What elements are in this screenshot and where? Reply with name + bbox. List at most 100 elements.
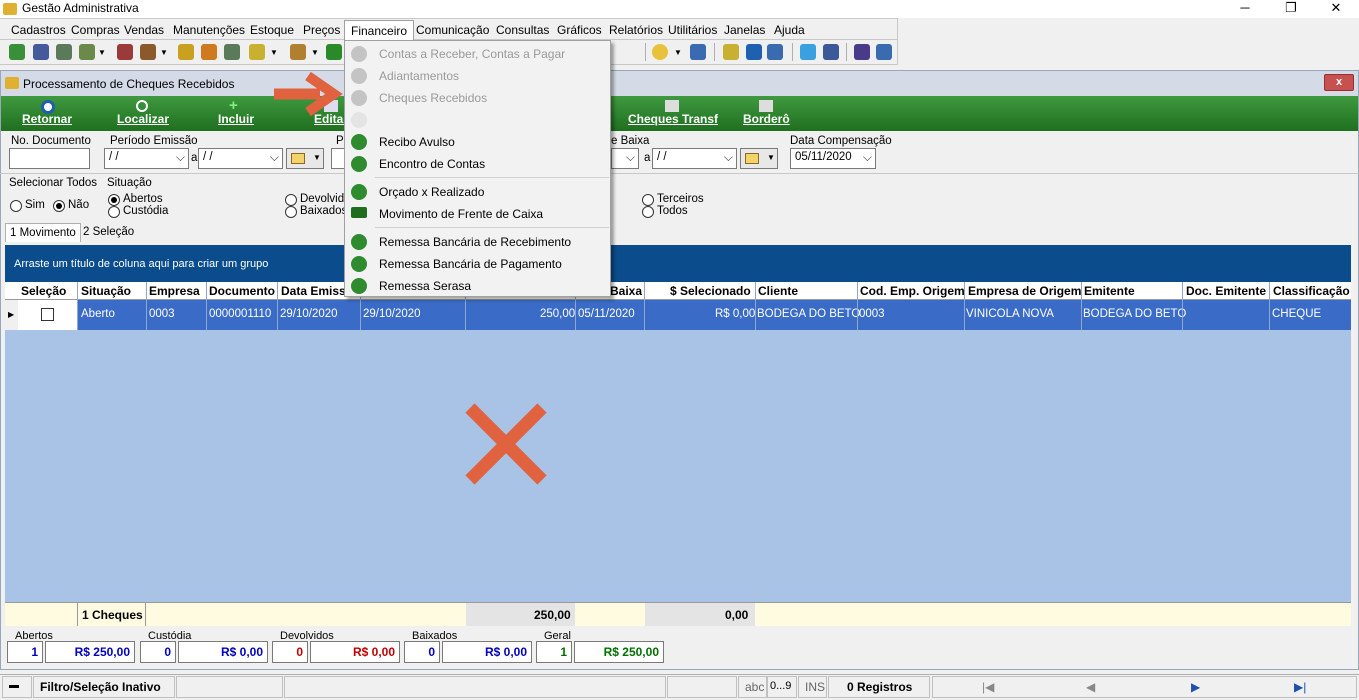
col-classificacao[interactable]: Classificação — [1273, 284, 1350, 298]
monitor-icon[interactable] — [854, 44, 870, 60]
last-record-icon[interactable]: ▶| — [1294, 680, 1306, 694]
money-icon[interactable] — [326, 44, 342, 60]
p-input[interactable] — [331, 148, 345, 169]
baixa-ate-input[interactable]: / / — [652, 148, 737, 169]
menu-vendas[interactable]: Vendas — [124, 23, 164, 37]
menu-cheques-recebidos[interactable]: Cheques Recebidos — [379, 91, 487, 105]
pencil-icon[interactable] — [249, 44, 265, 60]
col-cliente[interactable]: Cliente — [758, 284, 798, 298]
menu-financeiro[interactable]: Financeiro — [344, 20, 415, 42]
menu-orcado-realizado[interactable]: Orçado x Realizado — [379, 185, 484, 199]
chevron-down-icon[interactable]: ▼ — [98, 48, 106, 57]
checkbox-icon[interactable] — [41, 308, 54, 321]
col-empresa[interactable]: Empresa — [149, 284, 200, 298]
col-baixa[interactable]: Baixa — [610, 284, 642, 298]
nao-radio[interactable] — [53, 200, 65, 212]
menu-remessa-pagamento[interactable]: Remessa Bancária de Pagamento — [379, 257, 562, 271]
col-data-emissao[interactable]: Data Emiss — [281, 284, 346, 298]
baixa-de-input[interactable] — [611, 148, 639, 169]
menu-encontro-contas[interactable]: Encontro de Contas — [379, 157, 485, 171]
calculator-icon[interactable] — [117, 44, 133, 60]
first-record-icon[interactable]: |◀ — [982, 680, 994, 694]
col-doc-emitente[interactable]: Doc. Emitente — [1186, 284, 1266, 298]
custodia-radio[interactable] — [108, 206, 120, 218]
menu-ajuda[interactable]: Ajuda — [774, 23, 805, 37]
col-selecao[interactable]: Seleção — [21, 284, 66, 298]
baixados-radio[interactable] — [285, 206, 297, 218]
tab-movimento[interactable]: 1 Movimento — [5, 223, 81, 242]
col-situacao[interactable]: Situação — [81, 284, 131, 298]
col-emitente[interactable]: Emitente — [1084, 284, 1135, 298]
col-documento[interactable]: Documento — [209, 284, 275, 298]
users-icon[interactable] — [33, 44, 49, 60]
menu-cadastros[interactable]: Cadastros — [11, 23, 66, 37]
menu-janelas[interactable]: Janelas — [724, 23, 765, 37]
localizar-button[interactable]: Localizar — [116, 96, 172, 131]
exit-icon[interactable] — [876, 44, 892, 60]
menu-relatorios[interactable]: Relatórios — [609, 23, 663, 37]
facebook-icon[interactable] — [823, 44, 839, 60]
terceiros-radio[interactable] — [642, 194, 654, 206]
menu-consultas[interactable]: Consultas — [496, 23, 549, 37]
col-empresa-origem[interactable]: Empresa de Origem — [968, 284, 1081, 298]
close-app-button[interactable]: ✕ — [1313, 0, 1359, 18]
menu-remessa-recebimento[interactable]: Remessa Bancária de Recebimento — [379, 235, 571, 249]
calendar-button[interactable]: ▼ — [286, 148, 324, 169]
anchor-icon[interactable] — [690, 44, 706, 60]
minimize-button[interactable]: ─ — [1222, 0, 1268, 18]
previous-record-icon[interactable]: ◀ — [1086, 680, 1095, 694]
data-compensacao-input[interactable]: 05/11/2020 — [790, 148, 876, 169]
chevron-down-icon[interactable]: ▼ — [674, 48, 682, 57]
menu-precos[interactable]: Preços — [303, 23, 340, 37]
chevron-down-icon[interactable]: ▼ — [311, 48, 319, 57]
twitter-icon[interactable] — [800, 44, 816, 60]
target-icon[interactable] — [201, 44, 217, 60]
maximize-button[interactable]: ❐ — [1268, 0, 1314, 18]
bordero-button[interactable]: Borderô — [741, 96, 793, 131]
notebook-icon[interactable] — [178, 44, 194, 60]
menu-contas-receber-pagar[interactable]: Contas a Receber, Contas a Pagar — [379, 47, 565, 61]
sim-radio[interactable] — [10, 200, 22, 212]
close-window-button[interactable]: x — [1324, 74, 1354, 91]
arrow-icon[interactable] — [767, 44, 783, 60]
retornar-button[interactable]: Retornar — [21, 96, 77, 131]
money-stack-icon[interactable] — [723, 44, 739, 60]
people-icon[interactable] — [290, 44, 306, 60]
incluir-button[interactable]: + Incluir — [217, 96, 262, 131]
menu-adiantamentos[interactable]: Adiantamentos — [379, 69, 459, 83]
tab-selecao[interactable]: 2 Seleção — [79, 223, 138, 242]
star-icon[interactable] — [652, 44, 668, 60]
col-cod-emp-origem[interactable]: Cod. Emp. Origem — [860, 284, 965, 298]
todos-radio[interactable] — [642, 206, 654, 218]
menu-utilitarios[interactable]: Utilitários — [668, 23, 717, 37]
calendar-button[interactable]: ▼ — [740, 148, 778, 169]
no-documento-input[interactable] — [9, 148, 90, 169]
network-icon[interactable] — [56, 44, 72, 60]
periodo-de-input[interactable]: / / — [104, 148, 189, 169]
devolvidos-radio[interactable] — [285, 194, 297, 206]
tree-icon[interactable] — [79, 44, 95, 60]
abertos-radio[interactable] — [108, 194, 120, 206]
globe-icon[interactable] — [9, 44, 25, 60]
col-selecionado[interactable]: $ Selecionado — [670, 284, 751, 298]
menu-separator — [375, 177, 609, 178]
menu-graficos[interactable]: Gráficos — [557, 23, 602, 37]
grid-body[interactable] — [5, 330, 1351, 602]
menu-comunicacao[interactable]: Comunicação — [416, 23, 489, 37]
menu-manutencoes[interactable]: Manutenções — [173, 23, 245, 37]
box-icon[interactable] — [140, 44, 156, 60]
menu-recibo-avulso[interactable]: Recibo Avulso — [379, 135, 455, 149]
menu-movimento-frente-caixa[interactable]: Movimento de Frente de Caixa — [379, 207, 543, 221]
todos-label: Todos — [657, 205, 688, 217]
hierarchy-icon[interactable] — [224, 44, 240, 60]
menu-remessa-serasa[interactable]: Remessa Serasa — [379, 279, 471, 293]
outlook-icon[interactable] — [746, 44, 762, 60]
cheques-transf-button[interactable]: Cheques Transf — [627, 96, 721, 131]
periodo-ate-input[interactable]: / / — [198, 148, 283, 169]
chevron-down-icon[interactable]: ▼ — [160, 48, 168, 57]
menu-compras[interactable]: Compras — [71, 23, 120, 37]
menu-estoque[interactable]: Estoque — [250, 23, 294, 37]
group-panel[interactable]: Arraste um título de coluna aqui para cr… — [5, 245, 1351, 282]
next-record-icon[interactable]: ▶ — [1191, 680, 1200, 694]
chevron-down-icon[interactable]: ▼ — [270, 48, 278, 57]
